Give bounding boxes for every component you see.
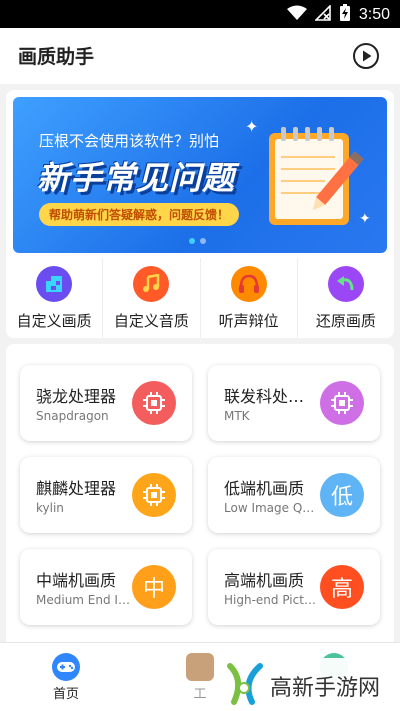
mid-text-icon: 中 bbox=[132, 565, 176, 609]
nav-label: 首页 bbox=[52, 687, 79, 702]
pager-dot[interactable] bbox=[200, 238, 206, 244]
tile-mid-end[interactable]: 中端机画质 Medium End Image Quality 中 bbox=[20, 549, 192, 625]
tile-title: 联发科处理器 bbox=[224, 387, 319, 406]
notepad-pencil-illustration bbox=[265, 127, 365, 227]
status-bar: 3:50 bbox=[0, 0, 400, 28]
headphones-icon bbox=[230, 266, 267, 302]
clock-time: 3:50 bbox=[358, 6, 390, 23]
tile-low-end[interactable]: 低端机画质 Low Image Quality 低 bbox=[208, 457, 380, 533]
tile-subtitle: MTK bbox=[224, 409, 250, 423]
quality-grid-icon bbox=[36, 266, 73, 302]
gamepad-icon bbox=[52, 653, 80, 681]
play-circle-icon[interactable] bbox=[352, 42, 380, 70]
quick-action-custom-quality[interactable]: 自定义画质 bbox=[6, 258, 102, 338]
tile-subtitle: Snapdragon bbox=[36, 409, 109, 423]
quick-action-sound-position[interactable]: 听声辩位 bbox=[199, 258, 297, 338]
tile-subtitle: Low Image Quality bbox=[224, 501, 320, 515]
chip-icon bbox=[132, 381, 176, 425]
quick-action-label: 自定义音质 bbox=[113, 312, 189, 330]
quick-action-restore-quality[interactable]: 还原画质 bbox=[296, 258, 394, 338]
sparkle-icon: ✦ bbox=[245, 117, 259, 136]
app-title: 画质助手 bbox=[18, 46, 95, 68]
nav-home[interactable]: 首页 bbox=[26, 653, 106, 702]
tile-snapdragon[interactable]: 骁龙处理器 Snapdragon bbox=[20, 365, 192, 441]
tile-subtitle: Medium End Image Quality bbox=[36, 593, 132, 607]
banner-pill: 帮助萌新们答疑解惑，问题反馈！ bbox=[39, 203, 240, 226]
tile-title: 骁龙处理器 bbox=[36, 387, 117, 406]
tile-title: 低端机画质 bbox=[224, 479, 305, 498]
banner-headline: 新手常见问题 bbox=[37, 159, 236, 197]
sparkle-icon: ✦ bbox=[359, 211, 371, 227]
tile-title: 中端机画质 bbox=[36, 571, 117, 590]
quick-action-custom-audio[interactable]: 自定义音质 bbox=[102, 258, 199, 338]
chip-icon bbox=[132, 473, 176, 517]
music-note-icon bbox=[133, 266, 170, 302]
tile-subtitle: High-end Picture Quality bbox=[224, 593, 320, 607]
banner-pager bbox=[189, 238, 206, 244]
watermark: 高新手游网 bbox=[218, 658, 396, 708]
quick-action-label: 自定义画质 bbox=[16, 312, 92, 330]
gaoxin-logo-icon bbox=[222, 662, 266, 706]
tile-title: 麒麟处理器 bbox=[36, 479, 117, 498]
tile-high-end[interactable]: 高端机画质 High-end Picture Quality 高 bbox=[208, 549, 380, 625]
faq-banner[interactable]: 压根不会使用该软件？别怕 新手常见问题 帮助萌新们答疑解惑，问题反馈！ ✦ ✦ bbox=[13, 97, 387, 253]
undo-arrow-icon bbox=[327, 266, 364, 302]
no-signal-icon bbox=[313, 4, 331, 25]
pager-dot[interactable] bbox=[189, 238, 195, 244]
status-icons: 3:50 bbox=[286, 4, 390, 26]
banner-subtitle: 压根不会使用该软件？别怕 bbox=[39, 132, 220, 150]
quick-action-label: 听声辩位 bbox=[218, 312, 279, 330]
chip-icon bbox=[320, 381, 364, 425]
tile-title: 高端机画质 bbox=[224, 571, 305, 590]
tile-kylin[interactable]: 麒麟处理器 kylin bbox=[20, 457, 192, 533]
tile-subtitle: kylin bbox=[36, 501, 64, 515]
app-bar: 画质助手 bbox=[0, 28, 400, 84]
watermark-text: 高新手游网 bbox=[270, 676, 381, 701]
low-text-icon: 低 bbox=[320, 473, 364, 517]
toolbox-icon bbox=[186, 653, 214, 681]
tile-mtk[interactable]: 联发科处理器 MTK bbox=[208, 365, 380, 441]
battery-charging-icon bbox=[339, 4, 351, 26]
wifi-icon bbox=[286, 5, 307, 25]
quick-actions: 自定义画质 自定义音质 听声辩位 还原画质 bbox=[6, 258, 394, 338]
high-text-icon: 高 bbox=[320, 565, 364, 609]
presets-card: 骁龙处理器 Snapdragon 联发科处理器 MTK 麒麟处理器 kylin … bbox=[6, 344, 394, 644]
quick-action-label: 还原画质 bbox=[315, 312, 376, 330]
